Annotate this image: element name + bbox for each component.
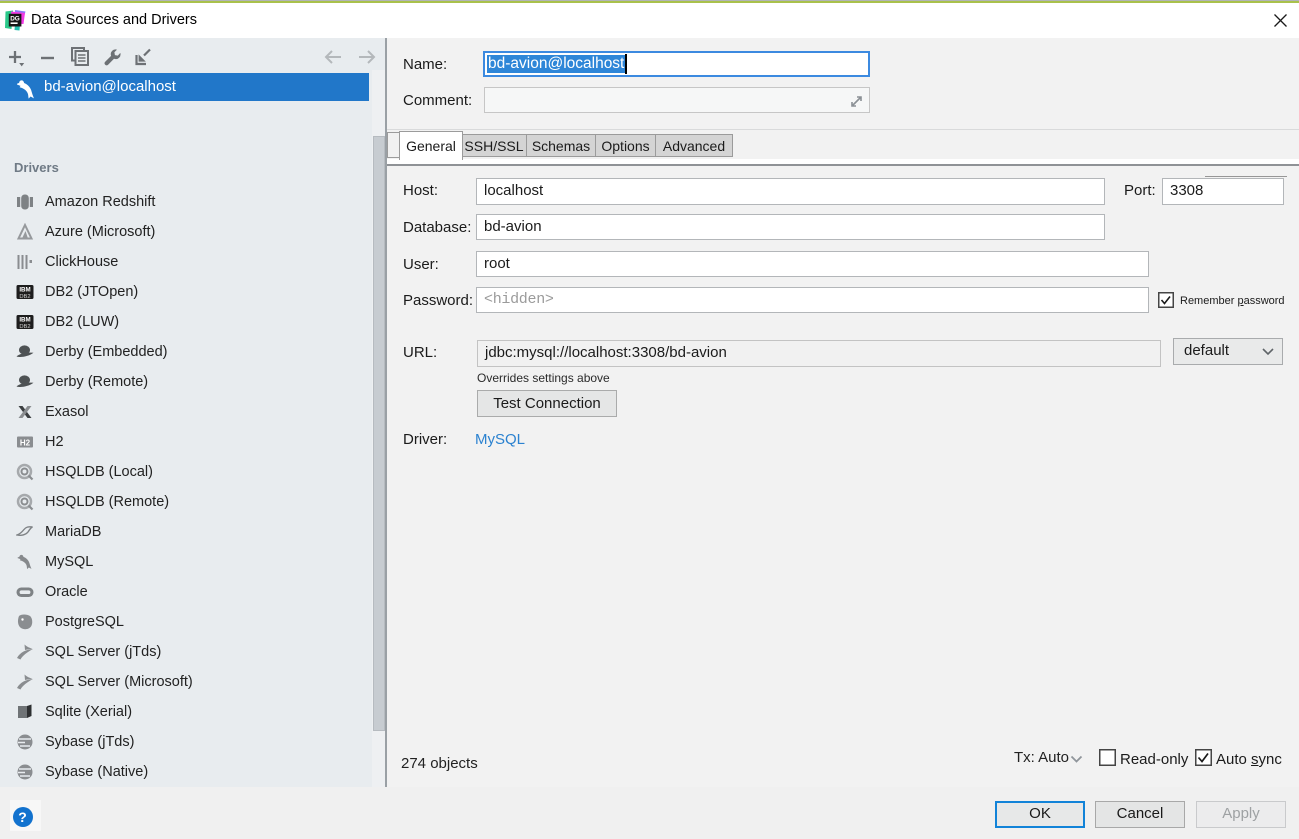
svg-text:DB2: DB2 xyxy=(19,324,30,330)
svg-text:IBM: IBM xyxy=(19,316,30,323)
svg-text:IBM: IBM xyxy=(19,286,30,293)
svg-text:H2: H2 xyxy=(20,438,31,447)
svg-text:DG: DG xyxy=(10,16,20,23)
svg-text:DB2: DB2 xyxy=(19,294,30,300)
